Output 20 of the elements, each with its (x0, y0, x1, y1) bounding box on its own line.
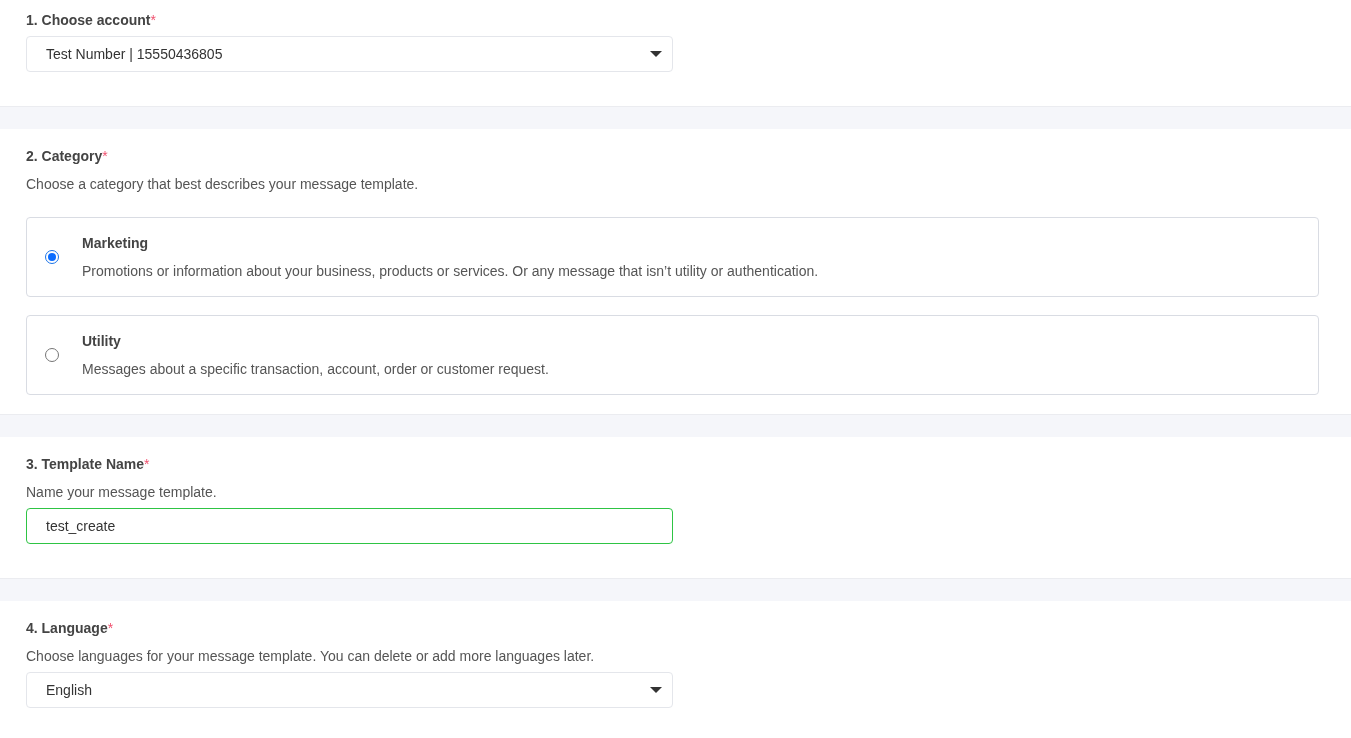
category-option[interactable]: Marketing Promotions or information about your business, products or services. Or any message that isn’t utility or authentication. (26, 217, 1319, 297)
section-title: 2. Category* (26, 147, 109, 166)
category-option[interactable]: Utility Messages about a specific transaction, account, order or customer request. (26, 315, 1319, 395)
option-label: Utility (82, 332, 122, 351)
select-dropdown[interactable]: English (26, 672, 673, 708)
section-title: 3. Template Name* (26, 455, 151, 474)
radio-button[interactable] (45, 250, 59, 264)
section-title: 1. Choose account* (26, 11, 157, 30)
section-description: Choose a category that best describes your message template. (26, 175, 420, 194)
option-description: Promotions or information about your business, products or services. Or any message that isn’t utility or authentication. (82, 262, 819, 281)
option-label: Marketing (82, 234, 150, 253)
radio-button[interactable] (45, 348, 59, 362)
section-description: Name your message template. (26, 483, 218, 502)
option-description: Messages about a specific transaction, account, order or customer request. (82, 360, 549, 379)
input-field[interactable]: test_create (26, 508, 673, 544)
section-title: 4. Language* (26, 619, 115, 638)
select-dropdown[interactable]: Test Number | 15550436805 (26, 36, 673, 72)
caret-icon (650, 687, 662, 693)
section-description: Choose languages for your message template. You can delete or add more languages later. (26, 647, 596, 666)
caret-icon (650, 51, 662, 57)
